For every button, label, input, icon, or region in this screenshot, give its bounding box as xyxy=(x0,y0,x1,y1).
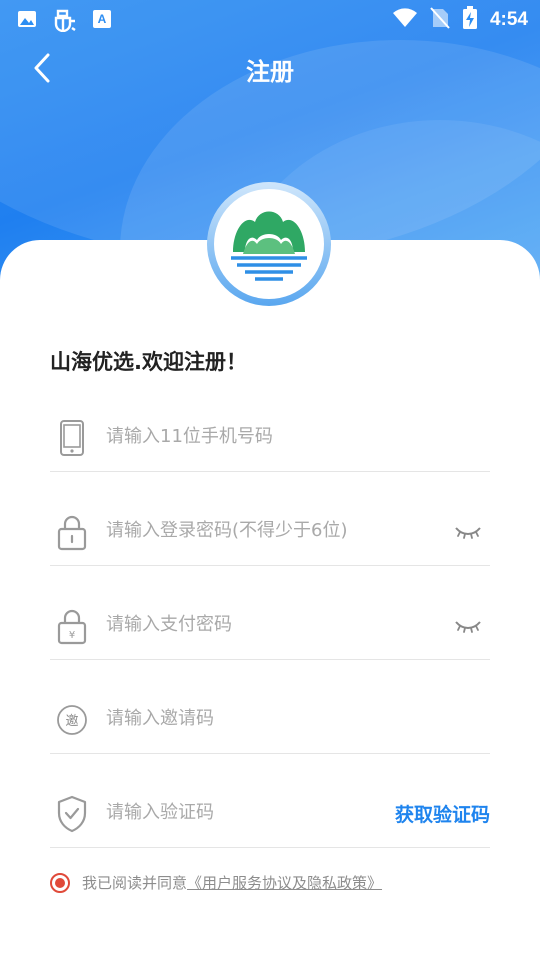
eye-closed-icon xyxy=(455,527,481,539)
status-bar: A 4:54 xyxy=(0,0,540,36)
pay-lock-icon: ¥ xyxy=(54,606,90,646)
lock-icon xyxy=(54,512,90,552)
login-password-field-row xyxy=(50,494,490,566)
svg-text:A: A xyxy=(98,12,107,26)
battery-charging-icon xyxy=(462,6,478,34)
bug-icon xyxy=(52,6,78,36)
top-bar: 注册 xyxy=(0,40,540,96)
password-visibility-toggle[interactable] xyxy=(452,520,484,544)
login-password-input[interactable] xyxy=(106,512,406,548)
status-time: 4:54 xyxy=(489,9,528,30)
agreement-checkbox[interactable] xyxy=(50,872,70,893)
invite-code-input[interactable] xyxy=(106,700,406,736)
phone-icon xyxy=(54,418,90,458)
pay-password-field-row: ¥ xyxy=(50,588,490,660)
keyboard-a-icon: A xyxy=(92,9,112,33)
invite-icon: 邀 xyxy=(54,700,90,740)
verify-code-input[interactable] xyxy=(106,794,366,830)
no-sim-icon xyxy=(430,7,450,33)
agreement-prefix: 我已阅读并同意 xyxy=(82,874,188,892)
app-logo xyxy=(207,182,331,306)
image-icon xyxy=(16,8,38,34)
eye-closed-icon xyxy=(455,621,481,633)
radio-dot-icon xyxy=(55,877,65,888)
phone-field-row xyxy=(50,400,490,472)
invite-code-field-row: 邀 xyxy=(50,682,490,754)
verify-code-field-row: 获取验证码 xyxy=(50,776,490,848)
invite-icon-glyph: 邀 xyxy=(65,714,78,729)
welcome-heading: 山海优选.欢迎注册！ xyxy=(50,350,247,374)
mountain-sea-logo-icon xyxy=(231,211,307,281)
phone-input[interactable] xyxy=(106,418,406,454)
agreement-row: 我已阅读并同意 《用户服务协议及隐私政策》 xyxy=(50,872,382,893)
shield-check-icon xyxy=(54,794,90,834)
svg-text:¥: ¥ xyxy=(69,630,75,641)
page-title: 注册 xyxy=(246,58,294,86)
get-verify-code-button[interactable]: 获取验证码 xyxy=(395,800,490,827)
wifi-icon xyxy=(392,7,418,33)
pay-password-visibility-toggle[interactable] xyxy=(452,614,484,638)
agreement-link[interactable]: 《用户服务协议及隐私政策》 xyxy=(187,872,382,893)
pay-password-input[interactable] xyxy=(106,606,406,642)
